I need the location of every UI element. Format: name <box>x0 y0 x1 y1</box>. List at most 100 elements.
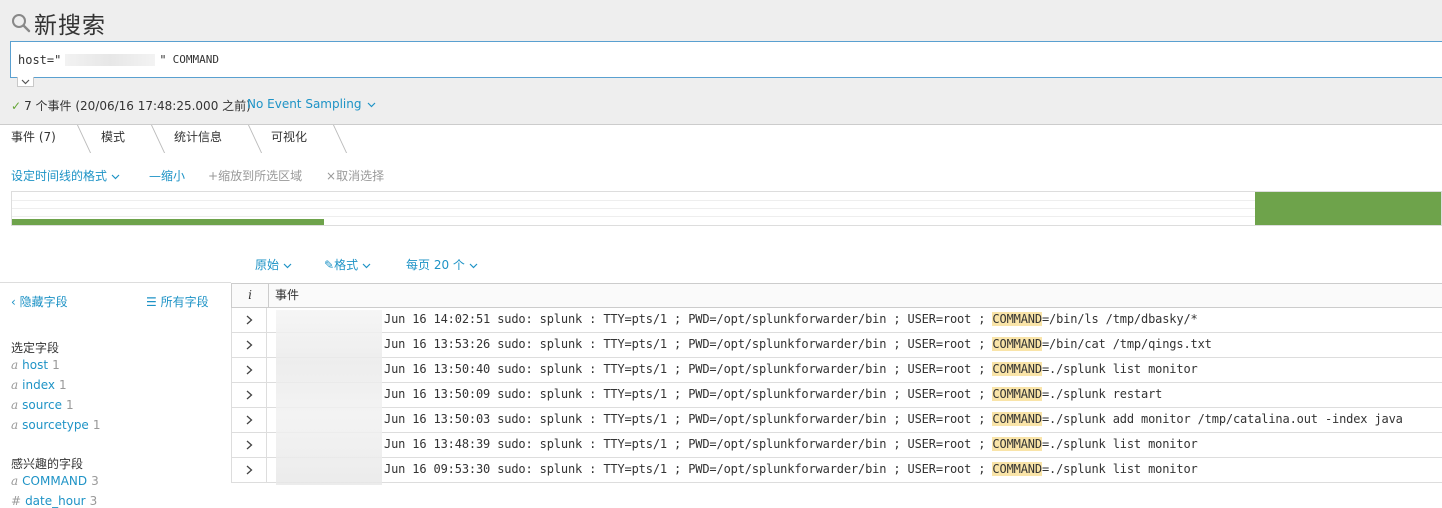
chevron-left-icon: ‹ <box>11 295 16 309</box>
field-date-hour[interactable]: # date_hour 3 <box>11 494 97 508</box>
per-page-dropdown[interactable]: 每页 20 个 <box>406 256 478 273</box>
event-text-after: =/bin/cat /tmp/qings.txt <box>1041 337 1212 351</box>
timeline-bar[interactable] <box>12 219 324 225</box>
expand-row-button[interactable] <box>231 358 267 382</box>
highlighted-field[interactable]: COMMAND <box>992 437 1042 451</box>
zoom-to-selection-button[interactable]: +缩放到所选区域 <box>208 167 302 184</box>
search-status: ✓ 7 个事件 (20/06/16 17:48:25.000 之前) <box>11 97 251 114</box>
sidebar-divider <box>0 282 231 283</box>
all-fields-button[interactable]: ☰ 所有字段 <box>146 293 209 310</box>
string-type-icon: a <box>11 398 19 412</box>
chevron-down-icon <box>362 263 371 269</box>
tab-statistics[interactable]: 统计信息 <box>174 125 222 150</box>
field-count: 3 <box>89 494 98 508</box>
raw-label: 原始 <box>255 258 280 272</box>
field-command[interactable]: a COMMAND 3 <box>11 474 99 488</box>
expand-row-button[interactable] <box>231 408 267 432</box>
expand-search-button[interactable] <box>17 77 34 87</box>
field-source[interactable]: a source 1 <box>11 398 74 412</box>
highlighted-field[interactable]: COMMAND <box>992 387 1042 401</box>
field-count: 1 <box>66 398 74 412</box>
search-input[interactable]: host=" " COMMAND <box>10 41 1442 78</box>
event-text-after: =/bin/ls /tmp/dbasky/* <box>1041 312 1198 326</box>
field-count: 1 <box>92 418 101 432</box>
tab-label: 模式 <box>101 130 126 144</box>
table-row: Jun 16 13:53:26 sudo: splunk : TTY=pts/1… <box>231 333 1442 358</box>
events-table-header: i 事件 <box>231 283 1442 308</box>
event-text-before: Jun 16 13:48:39 sudo: splunk : TTY=pts/1… <box>384 437 993 451</box>
tab-divider <box>248 125 263 153</box>
raw-view-dropdown[interactable]: 原始 <box>255 256 292 273</box>
page-header: 新搜索 <box>10 6 106 40</box>
timeline-gridline <box>12 208 1441 209</box>
tab-label: 事件 (7) <box>11 130 56 144</box>
event-text-after: =./splunk add monitor /tmp/catalina.out … <box>1041 412 1403 426</box>
results-tabs: 事件 (7) 模式 统计信息 可视化 <box>0 124 1442 153</box>
search-icon <box>12 14 31 33</box>
event-raw-text: Jun 16 09:53:30 sudo: splunk : TTY=pts/1… <box>384 462 1198 476</box>
page-title: 新搜索 <box>34 13 106 39</box>
field-sourcetype[interactable]: a sourcetype 1 <box>11 418 100 432</box>
chevron-down-icon <box>21 79 30 84</box>
event-raw-text: Jun 16 13:50:40 sudo: splunk : TTY=pts/1… <box>384 362 1198 376</box>
per-page-label: 每页 20 个 <box>406 258 465 272</box>
pencil-icon: ✎ <box>324 258 335 272</box>
table-row: Jun 16 14:02:51 sudo: splunk : TTY=pts/1… <box>231 308 1442 333</box>
event-text-after: =./splunk list monitor <box>1041 462 1198 476</box>
highlighted-field[interactable]: COMMAND <box>992 462 1042 476</box>
tab-events[interactable]: 事件 (7) <box>0 125 82 150</box>
query-suffix: " <box>159 52 167 67</box>
interesting-fields-heading: 感兴趣的字段 <box>11 457 84 471</box>
expand-row-button[interactable] <box>231 308 267 332</box>
query-keyword: COMMAND <box>172 53 219 66</box>
field-name: sourcetype <box>22 418 89 432</box>
string-type-icon: a <box>11 378 19 392</box>
expand-row-button[interactable] <box>231 433 267 457</box>
timeline-gridline <box>12 216 1441 217</box>
field-index[interactable]: a index 1 <box>11 378 67 392</box>
format-timeline-dropdown[interactable]: 设定时间线的格式 <box>11 167 120 184</box>
timeline-bar[interactable] <box>1255 192 1441 225</box>
event-raw-text: Jun 16 14:02:51 sudo: splunk : TTY=pts/1… <box>384 312 1198 326</box>
zoom-out-button[interactable]: —缩小 <box>149 167 185 184</box>
tab-visualization[interactable]: 可视化 <box>271 125 307 150</box>
events-count-text: 7 个事件 (20/06/16 17:48:25.000 之前) <box>24 99 251 113</box>
chevron-down-icon <box>283 263 292 269</box>
expand-row-button[interactable] <box>231 333 267 357</box>
chevron-right-icon <box>246 390 252 400</box>
event-text-before: Jun 16 13:53:26 sudo: splunk : TTY=pts/1… <box>384 337 993 351</box>
chevron-right-icon <box>246 315 252 325</box>
hide-fields-button[interactable]: ‹ 隐藏字段 <box>11 293 68 310</box>
chevron-down-icon <box>367 102 376 108</box>
table-row: Jun 16 13:50:03 sudo: splunk : TTY=pts/1… <box>231 408 1442 433</box>
table-row: Jun 16 09:53:30 sudo: splunk : TTY=pts/1… <box>231 458 1442 483</box>
all-fields-label: 所有字段 <box>160 295 209 309</box>
redacted-timestamps <box>276 310 382 485</box>
deselect-button[interactable]: ×取消选择 <box>326 167 384 184</box>
query-prefix: host=" <box>18 52 62 67</box>
event-sampling-dropdown[interactable]: No Event Sampling <box>247 97 376 111</box>
expand-row-button[interactable] <box>231 458 267 482</box>
info-column-header: i <box>231 284 269 307</box>
string-type-icon: a <box>11 358 19 372</box>
expand-row-button[interactable] <box>231 383 267 407</box>
chevron-down-icon <box>111 174 120 180</box>
format-dropdown[interactable]: ✎格式 <box>324 256 371 273</box>
event-text-before: Jun 16 09:53:30 sudo: splunk : TTY=pts/1… <box>384 462 993 476</box>
field-count: 3 <box>91 474 99 488</box>
highlighted-field[interactable]: COMMAND <box>992 337 1042 351</box>
tab-divider <box>333 125 348 153</box>
field-host[interactable]: a host 1 <box>11 358 60 372</box>
highlighted-field[interactable]: COMMAND <box>992 412 1042 426</box>
sampling-label: No Event Sampling <box>247 97 362 111</box>
tab-label: 可视化 <box>271 130 308 144</box>
table-row: Jun 16 13:50:09 sudo: splunk : TTY=pts/1… <box>231 383 1442 408</box>
event-raw-text: Jun 16 13:53:26 sudo: splunk : TTY=pts/1… <box>384 337 1212 351</box>
highlighted-field[interactable]: COMMAND <box>992 312 1042 326</box>
timeline-chart[interactable] <box>11 191 1442 226</box>
chevron-right-icon <box>246 340 252 350</box>
chevron-right-icon <box>246 415 252 425</box>
highlighted-field[interactable]: COMMAND <box>992 362 1042 376</box>
string-type-icon: a <box>11 474 19 488</box>
tab-patterns[interactable]: 模式 <box>101 125 125 150</box>
